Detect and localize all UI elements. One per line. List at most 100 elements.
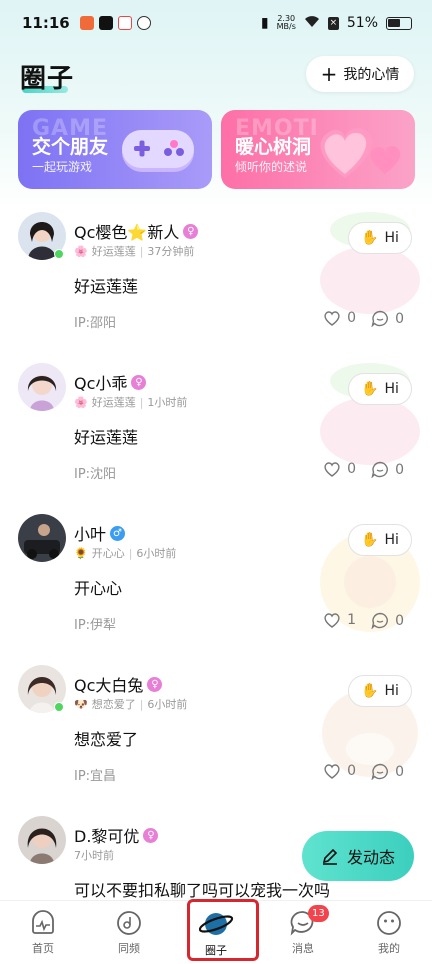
say-hi-button[interactable]: ✋ Hi [348,675,412,707]
user-name-text: D.黎可优 [74,827,140,846]
comment-count: 0 [395,461,404,478]
gamepad-icon [122,130,194,172]
like-count: 0 [347,310,356,326]
hi-label: Hi [384,381,399,397]
avatar[interactable] [18,363,66,411]
user-name-text: Qc小乖 [74,374,128,393]
separator: | [139,697,144,711]
heart-icon [324,311,340,326]
mood-text: 好运莲莲 [91,245,136,258]
tab-home[interactable]: 首页 [8,909,78,956]
post-status-button[interactable]: 发动态 [302,831,414,881]
comment-icon [371,612,389,629]
banner-title: 暖心树洞 [235,136,312,158]
music-disc-icon [117,911,141,935]
my-mood-button[interactable]: + 我的心情 [306,56,414,92]
tiktok-notification-icon [98,16,113,30]
male-icon: ♂ [110,525,126,541]
network-speed-unit: MB/s [276,22,296,31]
plus-icon: + [320,62,338,86]
like-button[interactable]: 0 [323,461,356,477]
comment-icon [371,763,389,780]
wave-hand-icon: ✋ [361,683,379,699]
post-time: 1小时前 [147,396,188,409]
ip-location: IP:沈阳 [74,467,117,482]
user-name[interactable]: 小叶 ♂ [74,521,126,545]
post-item[interactable]: Qc大白兔 ♀ 🐶 想恋爱了 | 6小时前 ✋ Hi 想恋爱了 IP:宜昌 0 … [0,653,432,804]
post-content: 想恋爱了 [74,730,139,749]
like-button[interactable]: 1 [323,612,356,628]
post-item[interactable]: Qc樱色⭐新人 ♀ 🌸 好运莲莲 | 37分钟前 ✋ Hi 好运莲莲 IP:邵阳… [0,200,432,351]
app-notification-icon [79,16,94,30]
say-hi-button[interactable]: ✋ Hi [348,524,412,556]
comment-icon [371,461,389,478]
heart-icon [324,764,340,779]
banner-tree-hole[interactable]: EMOTI 暖心树洞 倾听你的述说 [221,110,415,189]
post-item[interactable]: Qc小乖 ♀ 🌸 好运莲莲 | 1小时前 ✋ Hi 好运莲莲 IP:沈阳 0 0 [0,351,432,502]
tab-messages[interactable]: 13 消息 [268,905,338,956]
post-item[interactable]: 小叶 ♂ 🌻 开心心 | 6小时前 ✋ Hi 开心心 IP:伊犁 1 0 [0,502,432,653]
tab-same-frequency[interactable]: 同频 [94,909,164,956]
post-meta: 🐶 想恋爱了 | 6小时前 [74,696,187,712]
mood-text: 开心心 [91,547,125,560]
comment-count: 0 [395,310,404,327]
unread-badge: 13 [308,905,329,922]
like-button[interactable]: 0 [323,763,356,779]
banner-subtitle: 倾听你的述说 [235,160,308,174]
heart-icon [324,613,340,628]
wifi-icon [304,15,320,32]
pulse-icon [32,910,54,934]
battery-percent: 51% [346,15,378,31]
comment-button[interactable]: 0 [371,310,404,327]
online-indicator [54,702,64,712]
avatar[interactable] [18,816,66,864]
wave-hand-icon: ✋ [361,381,379,397]
post-content: 开心心 [74,579,123,598]
banner-title: 交个朋友 [32,136,109,158]
comment-count: 0 [395,612,404,629]
hi-label: Hi [384,532,399,548]
wave-hand-icon: ✋ [361,230,379,246]
female-icon: ♀ [183,223,199,239]
comment-icon [371,310,389,327]
post-meta: 7小时前 [74,847,114,863]
mood-text: 好运莲莲 [91,396,136,409]
say-hi-button[interactable]: ✋ Hi [348,222,412,254]
like-count: 0 [347,763,356,779]
comment-button[interactable]: 0 [371,612,404,629]
user-name-text: 小叶 [74,525,107,544]
post-content: 可以不要扣私聊了吗可以宠我一次吗 [74,881,331,900]
post-time: 6小时前 [136,547,177,560]
user-name[interactable]: Qc小乖 ♀ [74,370,147,394]
user-name[interactable]: D.黎可优 ♀ [74,823,159,847]
banner-make-friends[interactable]: GAME 交个朋友 一起玩游戏 [18,110,212,189]
pencil-icon [322,848,338,865]
post-status-label: 发动态 [346,848,395,867]
like-button[interactable]: 0 [323,310,356,326]
my-mood-label: 我的心情 [343,67,400,83]
female-icon: ♀ [131,374,147,390]
app-notification-icon [117,16,132,30]
comment-button[interactable]: 0 [371,763,404,780]
lotus-icon: 🌸 [74,395,88,409]
comment-button[interactable]: 0 [371,461,404,478]
wave-hand-icon: ✋ [361,532,379,548]
say-hi-button[interactable]: ✋ Hi [348,373,412,405]
post-content: 好运莲莲 [74,428,139,447]
sunflower-icon: 🌻 [74,546,88,560]
user-name[interactable]: Qc樱色⭐新人 ♀ [74,219,199,243]
post-time: 37分钟前 [147,245,195,258]
comment-count: 0 [395,763,404,780]
battery-icon [386,16,412,30]
user-name[interactable]: Qc大白兔 ♀ [74,672,163,696]
post-meta: 🌸 好运莲莲 | 37分钟前 [74,243,194,259]
separator: | [128,546,133,560]
tab-mine[interactable]: 我的 [354,909,424,956]
status-bar: 11:16 ▮ 2.30 MB/s × 51% [0,0,432,46]
network-speed: 2.30 MB/s [277,15,296,31]
user-name-text: Qc樱色⭐新人 [74,223,180,242]
avatar[interactable] [18,514,66,562]
banner-subtitle: 一起玩游戏 [32,160,93,174]
vibrate-icon: ▮ [260,15,269,31]
page-title: 圈子 [20,64,75,94]
